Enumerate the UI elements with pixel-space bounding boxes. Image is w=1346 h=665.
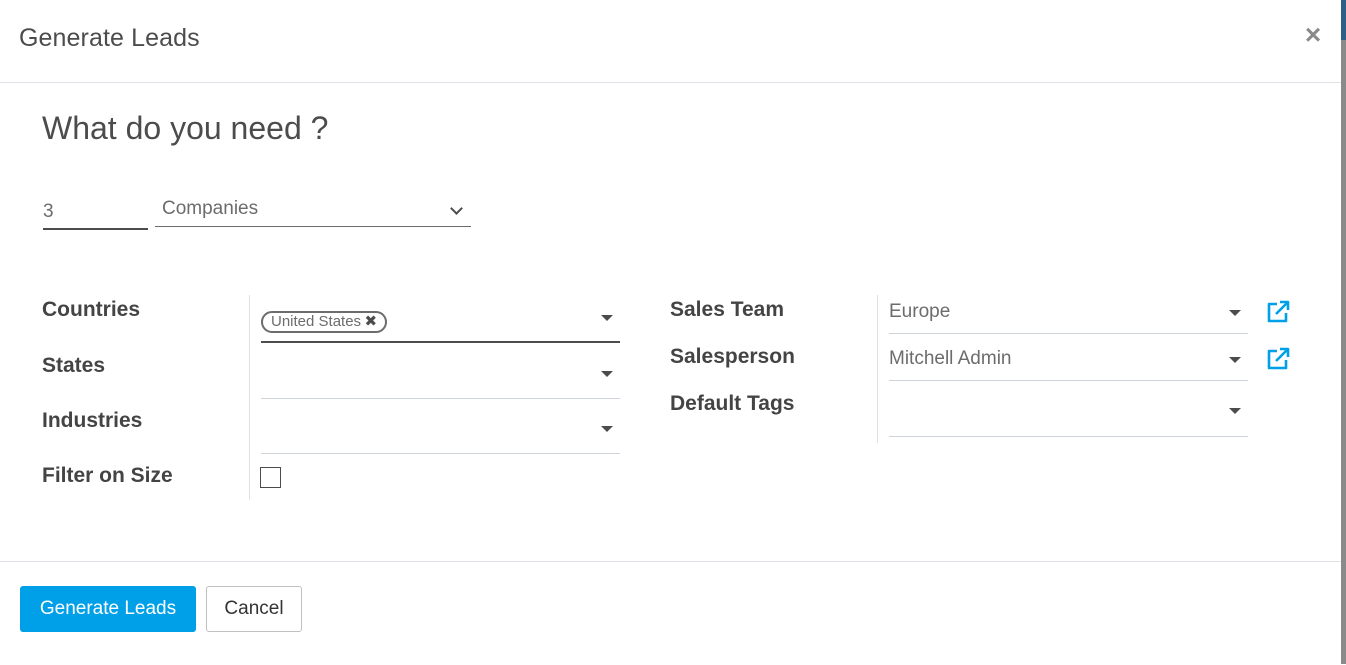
caret-down-icon[interactable]	[601, 315, 613, 321]
right-group-separator	[877, 295, 878, 443]
salesperson-field[interactable]: Mitchell Admin	[889, 341, 1248, 381]
sales-team-value: Europe	[889, 301, 951, 322]
external-link-icon[interactable]	[1265, 299, 1291, 325]
external-link-icon[interactable]	[1265, 346, 1291, 372]
states-label: States	[42, 354, 106, 377]
caret-down-icon[interactable]	[1229, 408, 1241, 414]
states-field[interactable]	[261, 354, 620, 399]
backdrop-edge	[1341, 0, 1346, 664]
cancel-button[interactable]: Cancel	[206, 586, 302, 632]
form-heading: What do you need ?	[42, 110, 329, 146]
default-tags-field[interactable]	[889, 392, 1248, 437]
modal-footer	[0, 561, 1341, 665]
backdrop-edge-accent	[1341, 0, 1346, 40]
country-tag-label: United States	[271, 313, 362, 330]
sales-team-label: Sales Team	[670, 298, 785, 321]
salesperson-value: Mitchell Admin	[889, 348, 1012, 369]
filter-size-checkbox[interactable]	[260, 467, 281, 488]
lead-type-select[interactable]: Companies	[155, 196, 471, 227]
caret-down-icon[interactable]	[1229, 310, 1241, 316]
caret-down-icon[interactable]	[601, 371, 613, 377]
generate-leads-button[interactable]: Generate Leads	[20, 586, 196, 632]
modal-header: Generate Leads ×	[0, 0, 1341, 83]
countries-field[interactable]: United States ✖	[261, 298, 620, 343]
lead-count-input[interactable]	[43, 196, 148, 230]
salesperson-label: Salesperson	[670, 345, 795, 368]
filter-size-label: Filter on Size	[42, 464, 173, 487]
left-group-separator	[249, 295, 250, 500]
countries-label: Countries	[42, 298, 141, 321]
industries-label: Industries	[42, 409, 143, 432]
lead-type-value: Companies	[162, 198, 259, 219]
close-icon[interactable]: ×	[1298, 20, 1328, 50]
country-tag: United States ✖	[261, 311, 388, 333]
modal-title: Generate Leads	[19, 24, 200, 52]
generate-leads-dialog: Generate Leads × What do you need ? Comp…	[0, 0, 1341, 664]
caret-down-icon[interactable]	[1229, 357, 1241, 363]
sales-team-field[interactable]: Europe	[889, 294, 1248, 334]
caret-down-icon[interactable]	[601, 426, 613, 432]
industries-field[interactable]	[261, 409, 620, 454]
remove-tag-icon[interactable]: ✖	[364, 313, 377, 331]
chevron-down-icon	[450, 202, 463, 215]
default-tags-label: Default Tags	[670, 392, 795, 415]
